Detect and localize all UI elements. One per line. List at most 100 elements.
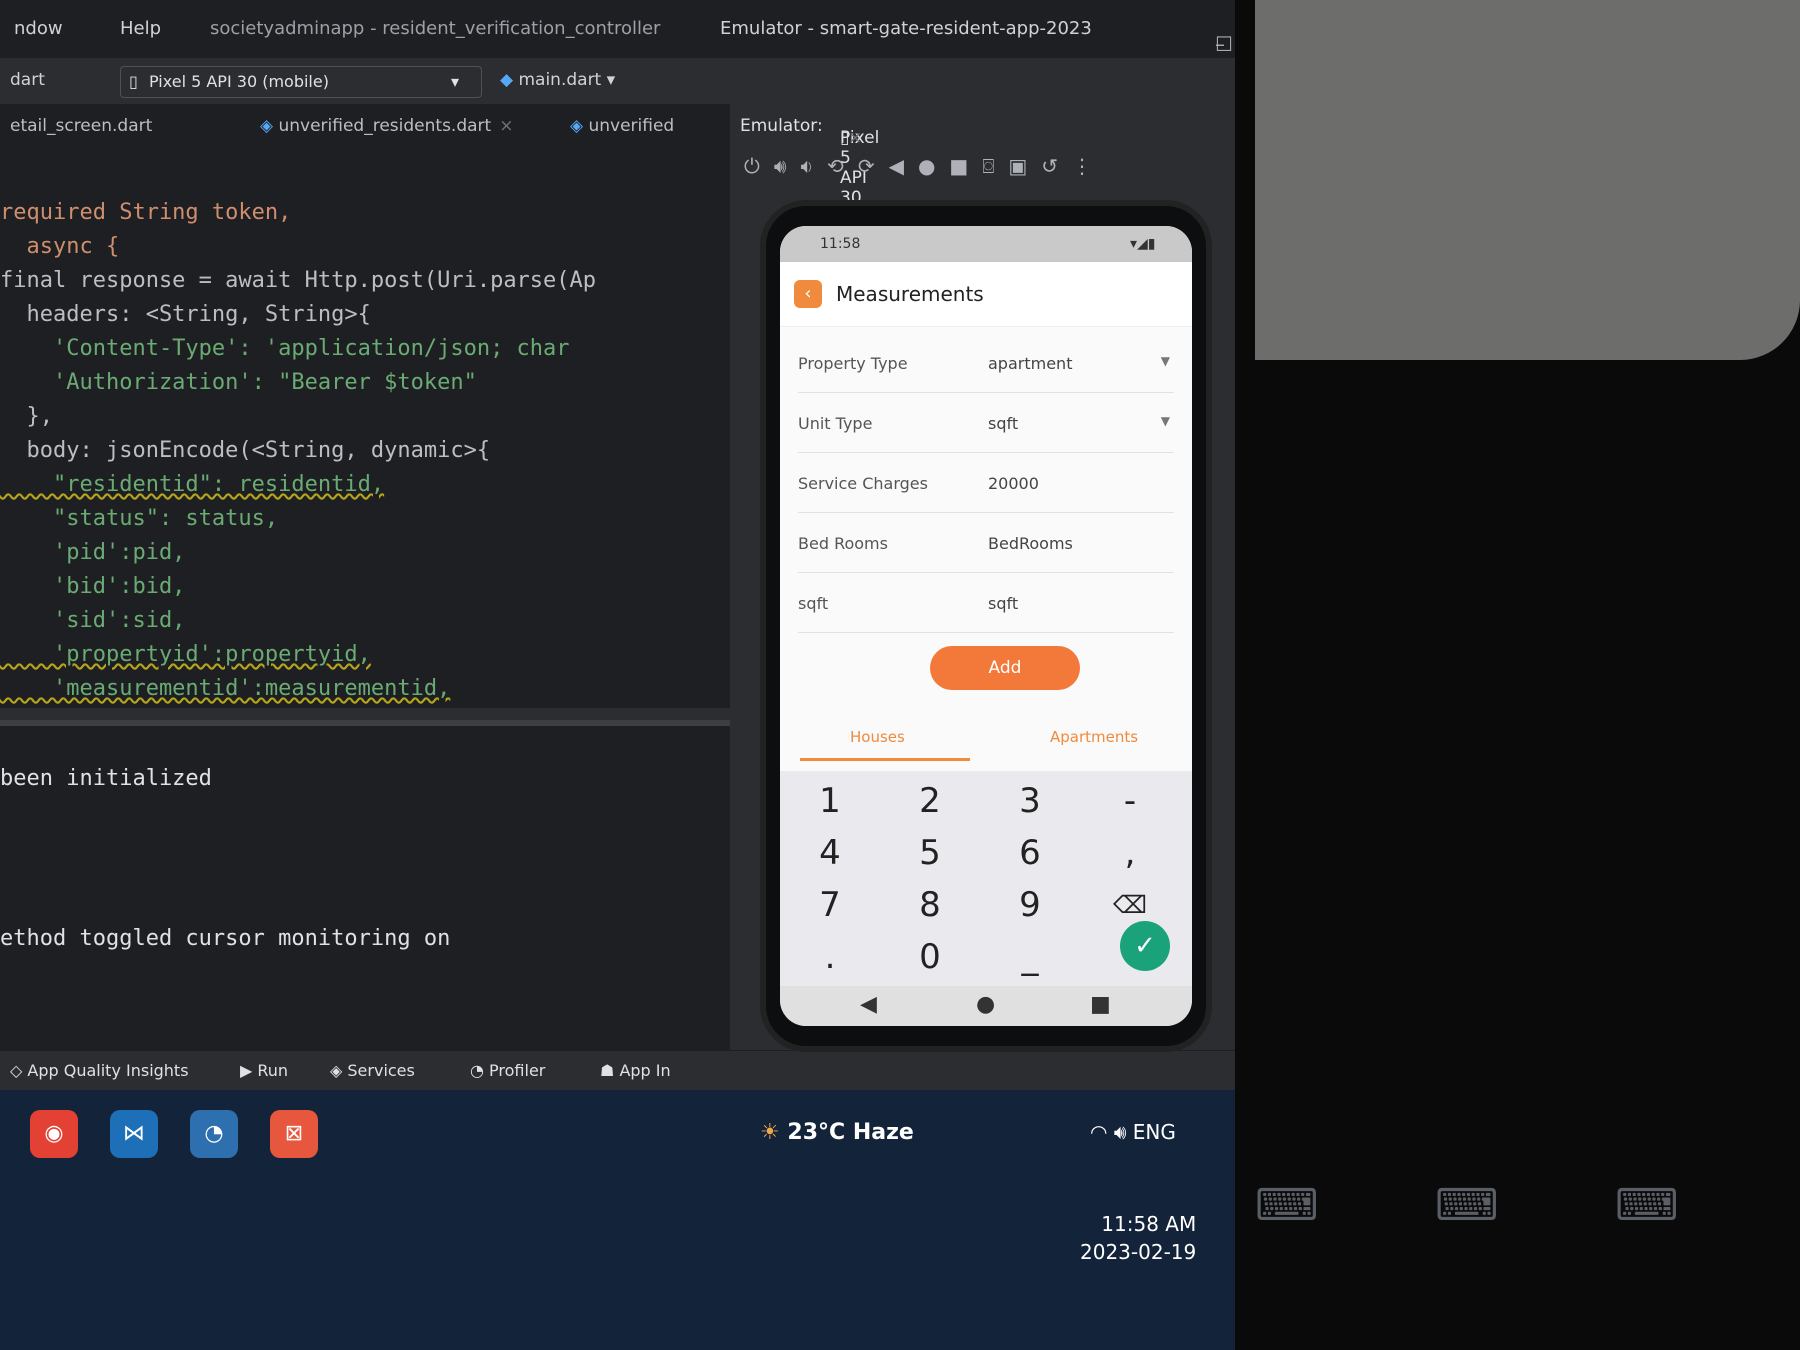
- android-studio-icon[interactable]: ◔: [190, 1110, 238, 1158]
- weather-temp: 23°C: [787, 1120, 846, 1145]
- wifi-icon[interactable]: ◠: [1090, 1120, 1114, 1144]
- code-editor[interactable]: required String token, async { final res…: [0, 148, 730, 708]
- tab-label: unverified: [588, 116, 675, 136]
- key-0[interactable]: 0: [880, 931, 980, 983]
- rotate-right-icon[interactable]: ⟳: [858, 154, 889, 178]
- key-1[interactable]: 1: [780, 775, 880, 827]
- volume-down-icon[interactable]: 🔉︎: [800, 154, 827, 178]
- monitor-screen: ndow Help societyadminapp - resident_ver…: [0, 0, 1235, 1350]
- tool-label: App Quality Insights: [27, 1061, 189, 1080]
- key-comma[interactable]: ,: [1080, 827, 1180, 879]
- profiler-icon: ◔: [470, 1061, 490, 1080]
- volume-up-icon[interactable]: 🔊︎: [774, 154, 801, 178]
- add-button[interactable]: Add: [930, 646, 1080, 690]
- field-service-charges[interactable]: Service Charges 20000: [798, 456, 1174, 513]
- run-console[interactable]: been initialized ethod toggled cursor mo…: [0, 720, 730, 1056]
- field-property-type[interactable]: Property Type apartment ▼: [798, 336, 1174, 393]
- rotate-left-icon[interactable]: ⟲: [827, 154, 858, 178]
- key-dot[interactable]: .: [780, 931, 880, 983]
- language-indicator[interactable]: ENG: [1133, 1120, 1176, 1144]
- menu-help[interactable]: Help: [120, 18, 161, 39]
- key-4[interactable]: 4: [780, 827, 880, 879]
- nav-back-icon[interactable]: ◀: [860, 992, 877, 1017]
- tab-unverified-residents[interactable]: ◈ unverified_residents.dart ×: [260, 116, 513, 136]
- xampp-icon[interactable]: ⊠: [270, 1110, 318, 1158]
- main-toolbar: dart ▯ Pixel 5 API 30 (mobile) ▾ ◆ main.…: [0, 58, 1235, 105]
- vscode-icon[interactable]: ⋈: [110, 1110, 158, 1158]
- snapshot-icon[interactable]: ↺: [1041, 154, 1072, 178]
- signal-icon: ▾◢▮: [1130, 236, 1156, 252]
- app-quality-icon: ◇: [10, 1061, 28, 1080]
- key-3[interactable]: 3: [980, 775, 1080, 827]
- chrome-icon[interactable]: ◉: [30, 1110, 78, 1158]
- emulator-toolbar: ⏻🔊︎🔉︎⟲⟳◀●■⌼▣↺⋮: [730, 148, 1235, 188]
- field-value: apartment: [988, 354, 1073, 373]
- power-icon[interactable]: ⏻: [744, 154, 774, 178]
- more-icon[interactable]: ⋮: [1072, 154, 1106, 178]
- dropdown-arrow-icon: ▼: [1160, 414, 1170, 428]
- camera-icon[interactable]: ⌼: [982, 154, 1008, 178]
- volume-icon[interactable]: 🔊︎: [1114, 1120, 1133, 1144]
- phone-screen[interactable]: 11:58 ▾◢▮ ‹ Measurements Property Type a…: [780, 226, 1192, 1026]
- tool-label: Run: [257, 1061, 289, 1080]
- phone-icon: ▯: [129, 72, 138, 91]
- field-value: sqft: [988, 414, 1019, 433]
- nav-home-icon[interactable]: ●: [976, 992, 995, 1017]
- system-tray: ◠ 🔊︎ ENG: [1090, 1120, 1176, 1144]
- tool-app-inspection[interactable]: ☗ App In: [600, 1061, 671, 1080]
- key-8[interactable]: 8: [880, 879, 980, 931]
- key-7[interactable]: 7: [780, 879, 880, 931]
- window-title: societyadminapp - resident_verification_…: [210, 18, 661, 39]
- tab-unverified[interactable]: ◈ unverified: [570, 116, 674, 136]
- weather-widget[interactable]: ☀ 23°C Haze: [760, 1120, 914, 1145]
- chevron-down-icon: ▾: [451, 72, 460, 91]
- run-config[interactable]: ◆ main.dart ▾: [500, 70, 615, 90]
- device-selector[interactable]: ▯ Pixel 5 API 30 (mobile) ▾: [120, 66, 482, 98]
- key-minus[interactable]: -: [1080, 775, 1180, 827]
- key-2[interactable]: 2: [880, 775, 980, 827]
- tab-houses[interactable]: Houses: [850, 728, 905, 746]
- key-9[interactable]: 9: [980, 879, 1080, 931]
- close-icon[interactable]: ×: [848, 128, 862, 148]
- back-icon[interactable]: ◀: [889, 154, 918, 178]
- code-line: "residentid": residentid,: [0, 472, 385, 497]
- confirm-check-icon[interactable]: ✓: [1120, 921, 1170, 971]
- tool-services[interactable]: ◈ Services: [330, 1061, 415, 1080]
- tool-profiler[interactable]: ◔ Profiler: [470, 1061, 545, 1080]
- code-line: 'Authorization': "Bearer $token": [0, 370, 477, 395]
- field-unit-type[interactable]: Unit Type sqft ▼: [798, 396, 1174, 453]
- taskbar-clock[interactable]: 11:58 AM 2023-02-19: [1080, 1210, 1196, 1266]
- chevron-down-icon: ▾: [606, 70, 616, 90]
- close-icon[interactable]: ×: [499, 116, 513, 136]
- overview-icon[interactable]: ■: [949, 154, 982, 178]
- tab-detail-screen[interactable]: etail_screen.dart: [10, 116, 152, 136]
- status-time: 11:58: [820, 236, 861, 252]
- console-line: ethod toggled cursor monitoring on: [0, 926, 451, 951]
- key-5[interactable]: 5: [880, 827, 980, 879]
- nav-recents-icon[interactable]: ■: [1090, 992, 1111, 1017]
- home-icon[interactable]: ●: [918, 154, 949, 178]
- key-space[interactable]: _: [980, 931, 1080, 983]
- maximize-icon[interactable]: ☐: [1215, 32, 1235, 56]
- tool-app-quality-insights[interactable]: ◇ App Quality Insights: [10, 1061, 189, 1080]
- backspace-icon[interactable]: ⌫: [1080, 879, 1180, 931]
- tab-apartments[interactable]: Apartments: [1050, 728, 1138, 746]
- tab-indicator: [800, 758, 970, 761]
- console-line: been initialized: [0, 766, 212, 791]
- code-line: 'sid':sid,: [0, 608, 186, 633]
- tool-run[interactable]: ▶ Run: [240, 1061, 288, 1080]
- field-label: Bed Rooms: [798, 534, 888, 553]
- code-line: 'propertyid':propertyid,: [0, 642, 371, 667]
- menu-window[interactable]: ndow: [14, 18, 63, 39]
- phone-status-bar: 11:58 ▾◢▮: [780, 226, 1192, 262]
- key-6[interactable]: 6: [980, 827, 1080, 879]
- code-block: required String token, async { final res…: [0, 162, 596, 708]
- field-sqft[interactable]: sqft sqft: [798, 576, 1174, 633]
- back-icon[interactable]: ‹: [794, 280, 822, 308]
- field-bed-rooms[interactable]: Bed Rooms BedRooms: [798, 516, 1174, 573]
- record-icon[interactable]: ▣: [1008, 154, 1041, 178]
- screen-title: Measurements: [836, 282, 984, 306]
- project-file-label[interactable]: dart: [10, 70, 45, 90]
- dropdown-arrow-icon: ▼: [1160, 354, 1170, 368]
- editor-tabs: etail_screen.dart ◈ unverified_residents…: [0, 104, 730, 148]
